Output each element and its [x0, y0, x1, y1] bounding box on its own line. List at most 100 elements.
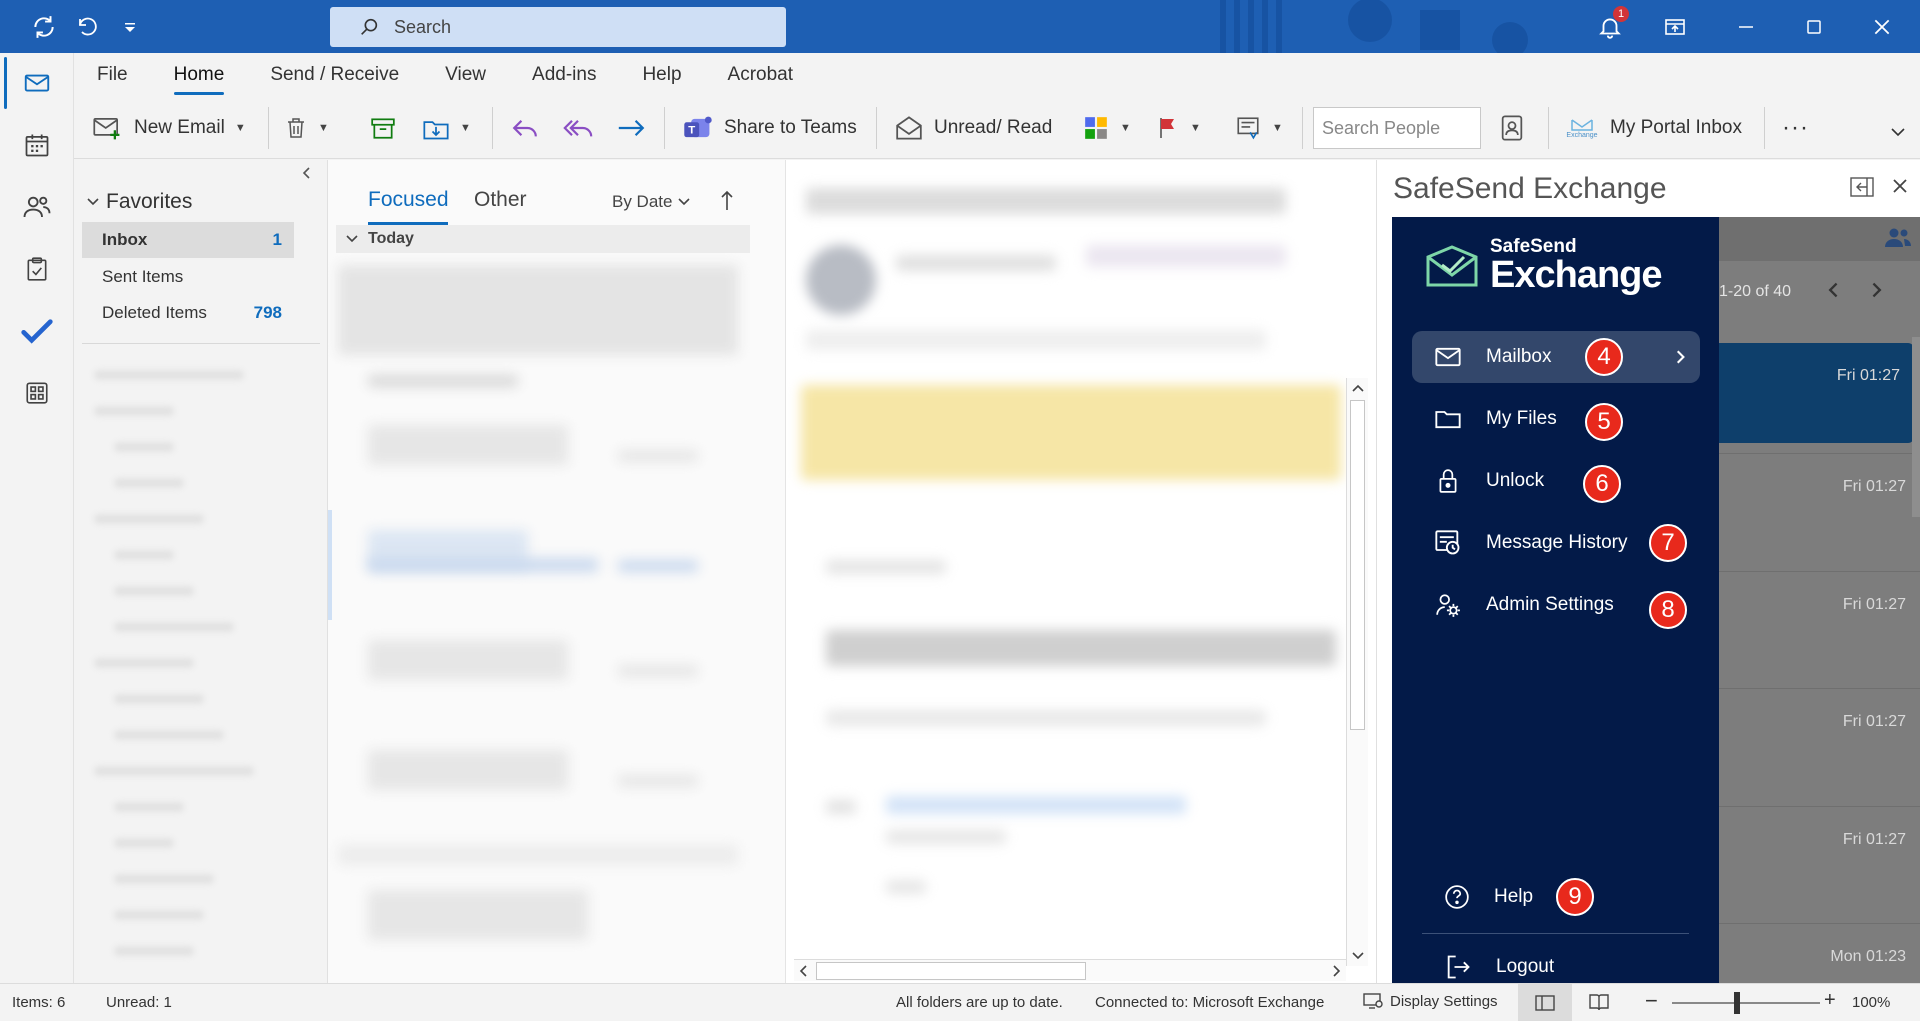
group-label: Today: [368, 230, 414, 247]
tab-acrobat[interactable]: Acrobat: [705, 53, 816, 97]
sort-by-date-button[interactable]: By Date: [612, 192, 691, 212]
address-book-button[interactable]: [1500, 97, 1524, 159]
tab-focused[interactable]: Focused: [368, 188, 449, 212]
customize-quick-access-icon[interactable]: [110, 0, 150, 53]
close-icon[interactable]: [1856, 0, 1908, 53]
close-pane-icon[interactable]: [1892, 178, 1908, 194]
more-options-button[interactable]: ···: [1782, 97, 1809, 159]
callout-badge: 4: [1585, 338, 1623, 376]
chevron-right-icon[interactable]: [1869, 281, 1883, 299]
message-row[interactable]: Fri 01:27: [1719, 806, 1920, 908]
decorative-pattern: [1220, 0, 1528, 53]
message-time: Mon 01:23: [1830, 948, 1906, 965]
undo-icon[interactable]: [66, 0, 110, 53]
mail-icon[interactable]: [0, 53, 74, 113]
zoom-out-button[interactable]: −: [1645, 988, 1658, 1014]
chevron-down-icon[interactable]: ▼: [1272, 122, 1283, 134]
my-portal-inbox-button[interactable]: Exchange My Portal Inbox: [1564, 97, 1742, 159]
display-settings-button[interactable]: Display Settings: [1362, 991, 1498, 1011]
reply-button[interactable]: [510, 97, 540, 159]
logo-bottom-text: Exchange: [1490, 254, 1663, 296]
tab-help[interactable]: Help: [619, 53, 704, 97]
coming-soon-icon[interactable]: [1650, 0, 1700, 53]
search-input[interactable]: Search: [330, 7, 786, 47]
nav-unlock[interactable]: Unlock: [1412, 455, 1700, 507]
connection-status: Connected to: Microsoft Exchange: [1095, 994, 1325, 1011]
nav-label: Logout: [1496, 956, 1555, 977]
scroll-up-icon[interactable]: [1347, 378, 1369, 398]
minimize-icon[interactable]: [1720, 0, 1772, 53]
chevron-down-icon[interactable]: ▼: [318, 122, 329, 134]
collapse-pane-icon[interactable]: [300, 166, 312, 180]
sync-status: All folders are up to date.: [896, 994, 1063, 1011]
scroll-thumb[interactable]: [1912, 337, 1920, 517]
search-people-input[interactable]: Search People: [1313, 107, 1481, 149]
logout-icon: [1447, 955, 1470, 979]
unread-read-button[interactable]: Unread/ Read: [894, 97, 1052, 159]
message-row[interactable]: Mon 01:23: [1719, 923, 1920, 983]
tab-send-receive[interactable]: Send / Receive: [247, 53, 422, 97]
chevron-down-icon[interactable]: ▼: [1120, 122, 1131, 134]
new-email-button[interactable]: New Email ▼: [92, 97, 246, 159]
message-row[interactable]: Fri 01:27: [1719, 571, 1920, 673]
maximize-icon[interactable]: [1788, 0, 1840, 53]
pin-pane-icon[interactable]: [1849, 176, 1875, 198]
my-portal-inbox-label: My Portal Inbox: [1610, 117, 1742, 138]
delete-button[interactable]: ▼: [284, 97, 329, 159]
apps-icon[interactable]: [0, 363, 74, 423]
sort-direction-icon[interactable]: [720, 190, 734, 212]
ribbon-collapse-icon[interactable]: [1890, 117, 1906, 147]
scroll-thumb[interactable]: [1350, 400, 1365, 730]
rules-button[interactable]: ▼: [1234, 97, 1283, 159]
chevron-left-icon[interactable]: [1827, 281, 1841, 299]
folder-inbox[interactable]: Inbox 1: [82, 222, 294, 258]
tab-file[interactable]: File: [74, 53, 151, 97]
folder-label: Inbox: [102, 230, 148, 249]
archive-button[interactable]: [370, 97, 396, 159]
tab-add-ins[interactable]: Add-ins: [509, 53, 619, 97]
chevron-down-icon[interactable]: ▼: [1190, 122, 1201, 134]
reading-view-button[interactable]: [1588, 992, 1610, 1012]
share-to-teams-button[interactable]: T Share to Teams: [682, 97, 857, 159]
divider: [268, 107, 269, 149]
folder-sent-items[interactable]: Sent Items: [82, 259, 294, 295]
tab-view[interactable]: View: [422, 53, 509, 97]
people-icon[interactable]: [0, 177, 74, 237]
horizontal-scrollbar[interactable]: [794, 959, 1346, 981]
message-row-selected[interactable]: Fri 01:27: [1719, 343, 1914, 443]
sync-icon[interactable]: [22, 0, 66, 53]
move-button[interactable]: ▼: [422, 97, 471, 159]
scroll-right-icon[interactable]: [1326, 960, 1346, 982]
forward-button[interactable]: [616, 97, 648, 159]
group-header-today[interactable]: Today: [336, 225, 750, 253]
zoom-slider-thumb[interactable]: [1734, 992, 1740, 1014]
contacts-icon[interactable]: [1884, 227, 1912, 249]
divider: [1422, 933, 1689, 934]
vertical-scrollbar[interactable]: [1346, 378, 1368, 966]
tab-other[interactable]: Other: [474, 188, 527, 212]
callout-badge: 8: [1649, 591, 1687, 629]
zoom-in-button[interactable]: +: [1824, 989, 1836, 1012]
reply-all-button[interactable]: [562, 97, 594, 159]
message-row[interactable]: Fri 01:27: [1719, 688, 1920, 790]
todo-icon[interactable]: [0, 301, 74, 361]
message-row[interactable]: Fri 01:27: [1719, 453, 1920, 555]
tab-home[interactable]: Home: [151, 53, 248, 97]
categorize-button[interactable]: ▼: [1082, 97, 1131, 159]
tasks-icon[interactable]: [0, 239, 74, 299]
zoom-slider-track[interactable]: [1672, 1002, 1820, 1004]
nav-my-files[interactable]: My Files: [1412, 393, 1700, 445]
mail-icon: [1435, 347, 1461, 367]
nav-mailbox[interactable]: Mailbox: [1412, 331, 1700, 383]
folder-deleted-items[interactable]: Deleted Items 798: [82, 295, 294, 331]
chevron-down-icon[interactable]: ▼: [235, 122, 246, 134]
scroll-thumb[interactable]: [816, 962, 1086, 980]
favorites-header[interactable]: Favorites: [86, 190, 192, 214]
calendar-icon[interactable]: [0, 115, 74, 175]
scroll-down-icon[interactable]: [1347, 946, 1369, 966]
scroll-left-icon[interactable]: [794, 960, 814, 982]
chevron-down-icon[interactable]: ▼: [460, 122, 471, 134]
notifications-icon[interactable]: 1: [1585, 0, 1635, 53]
normal-view-button[interactable]: [1518, 984, 1572, 1021]
follow-up-button[interactable]: ▼: [1156, 97, 1201, 159]
